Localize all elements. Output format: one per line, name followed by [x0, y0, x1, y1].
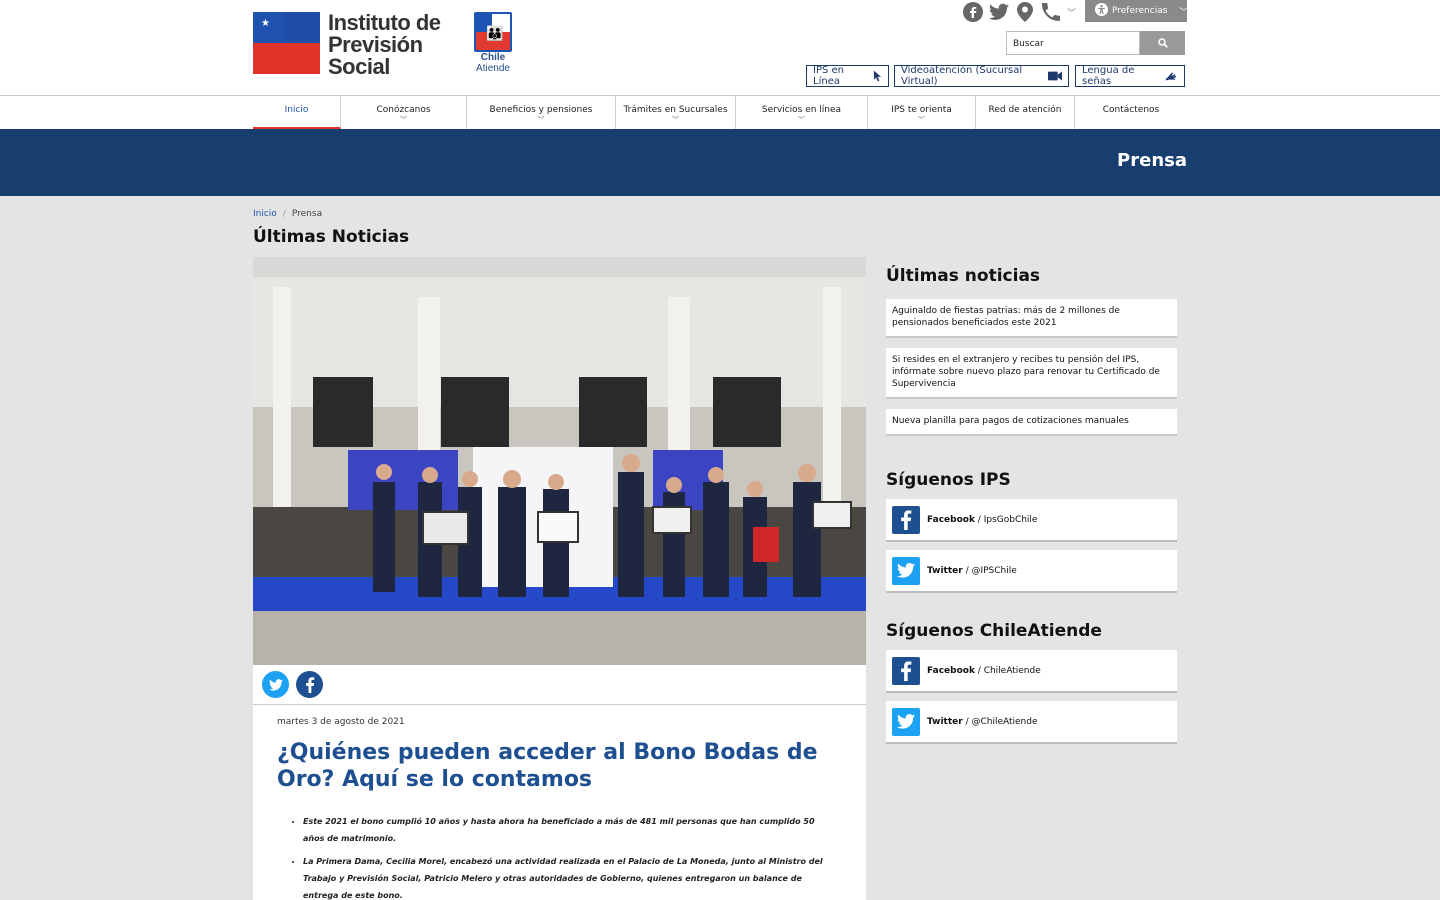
- preferences-label: Preferencias: [1112, 6, 1168, 16]
- location-pin-icon[interactable]: [1015, 2, 1035, 22]
- breadcrumb: Inicio / Prensa: [253, 209, 322, 219]
- quick-link-label: Videoatención (Sucursal Virtual): [901, 65, 1023, 87]
- chileatiende-logo[interactable]: 👪 Chile Atiende: [472, 12, 514, 74]
- list-item: Este 2021 el bono cumplió 10 años y hast…: [303, 813, 836, 847]
- news-link[interactable]: Nueva planilla para pagos de cotizacione…: [886, 409, 1177, 436]
- video-camera-icon: [1047, 71, 1062, 81]
- social-handle: / @IPSChile: [962, 565, 1017, 576]
- nav-item-label: IPS te orienta: [891, 105, 952, 115]
- ips-logo[interactable]: ★ Instituto de Previsión Social: [253, 12, 441, 78]
- social-network-name: Twitter: [927, 716, 963, 727]
- nav-item-label: Contáctenos: [1102, 105, 1160, 115]
- latest-news-heading: Últimas noticias: [886, 266, 1041, 286]
- article-summary-list: Este 2021 el bono cumplió 10 años y hast…: [303, 813, 836, 900]
- search-form: Buscar: [1006, 31, 1185, 55]
- social-network-name: Twitter: [927, 565, 963, 576]
- nav-item-label: Conózcanos: [376, 105, 431, 115]
- news-article: martes 3 de agosto de 2021 ¿Quiénes pued…: [253, 257, 866, 900]
- chevron-down-icon: ﹀: [400, 116, 407, 124]
- preferences-button[interactable]: Preferencias ﹀: [1085, 0, 1189, 22]
- share-bar: [253, 665, 866, 705]
- chileatiende-twitter-link[interactable]: Twitter / @ChileAtiende: [886, 701, 1177, 744]
- search-button[interactable]: [1140, 31, 1185, 55]
- government-logo: ★: [253, 12, 320, 74]
- section-banner: Prensa: [0, 129, 1440, 196]
- twitter-share-icon[interactable]: [262, 671, 289, 698]
- nav-item-ips-te-orienta[interactable]: IPS te orienta ﹀: [868, 96, 976, 129]
- ips-en-linea-button[interactable]: IPS en Línea: [806, 65, 889, 87]
- main-nav: Inicio Conózcanos ﹀ Beneficios y pension…: [253, 96, 1187, 129]
- nav-item-inicio[interactable]: Inicio: [253, 96, 341, 129]
- nav-item-conozcanos[interactable]: Conózcanos ﹀: [341, 96, 467, 129]
- nav-item-label: Trámites en Sucursales: [623, 105, 728, 115]
- search-icon: [1157, 38, 1168, 48]
- social-handle: / ChileAtiende: [974, 665, 1041, 676]
- chevron-down-icon[interactable]: ﹀: [1067, 6, 1076, 19]
- nav-item-label: Inicio: [284, 105, 309, 115]
- quick-link-label: IPS en Línea: [813, 65, 844, 87]
- nav-item-tramites[interactable]: Trámites en Sucursales ﹀: [616, 96, 736, 129]
- news-link[interactable]: Aguinaldo de fiestas patrias: más de 2 m…: [886, 299, 1177, 338]
- follow-ips-heading: Síguenos IPS: [886, 470, 1011, 490]
- list-item: La Primera Dama, Cecilia Morel, encabezó…: [303, 853, 836, 900]
- facebook-icon: [892, 505, 920, 534]
- ips-logo-text: Instituto de Previsión Social: [328, 10, 441, 79]
- social-handle: / @ChileAtiende: [962, 716, 1038, 727]
- nav-item-label: Red de atención: [988, 105, 1062, 115]
- cursor-icon: [873, 70, 882, 82]
- quick-link-label: Lengua de señas: [1082, 65, 1135, 87]
- site-header: ★ Instituto de Previsión Social 👪 Chile …: [0, 0, 1440, 96]
- facebook-icon[interactable]: [963, 2, 983, 22]
- chileatiende-facebook-link[interactable]: Facebook / ChileAtiende: [886, 650, 1177, 693]
- facebook-icon: [892, 656, 920, 685]
- breadcrumb-separator: /: [282, 209, 286, 219]
- accessibility-icon: [1095, 3, 1108, 19]
- follow-chileatiende-heading: Síguenos ChileAtiende: [886, 621, 1102, 641]
- chevron-down-icon: ﹀: [1179, 7, 1189, 18]
- nav-item-servicios[interactable]: Servicios en línea ﹀: [736, 96, 868, 129]
- social-network-name: Facebook: [927, 514, 975, 525]
- breadcrumb-current: Prensa: [291, 209, 323, 219]
- article-title[interactable]: ¿Quiénes pueden acceder al Bono Bodas de…: [277, 739, 842, 793]
- sign-language-icon: [1165, 72, 1176, 81]
- sidebar: Últimas noticias Aguinaldo de fiestas pa…: [886, 266, 1177, 752]
- social-handle: / IpsGobChile: [974, 514, 1038, 525]
- chevron-down-icon: ﹀: [798, 116, 805, 124]
- nav-item-label: Servicios en línea: [761, 105, 842, 115]
- twitter-icon: [892, 556, 920, 585]
- phone-icon[interactable]: [1041, 2, 1061, 22]
- banner-title: Prensa: [1117, 150, 1187, 171]
- social-network-name: Facebook: [927, 665, 975, 676]
- article-photo: [253, 257, 866, 665]
- header-social-icons: ﹀: [963, 2, 1076, 22]
- nav-item-red-de-atencion[interactable]: Red de atención: [976, 96, 1075, 129]
- chevron-down-icon: ﹀: [537, 116, 545, 124]
- nav-item-label: Beneficios y pensiones: [489, 105, 593, 115]
- chevron-down-icon: ﹀: [918, 116, 925, 124]
- chevron-down-icon: ﹀: [672, 116, 679, 124]
- search-input[interactable]: Buscar: [1006, 31, 1140, 55]
- ips-facebook-link[interactable]: Facebook / IpsGobChile: [886, 499, 1177, 542]
- breadcrumb-home-link[interactable]: Inicio: [253, 209, 277, 219]
- videoatencion-button[interactable]: Videoatención (Sucursal Virtual): [894, 65, 1069, 87]
- facebook-share-icon[interactable]: [296, 671, 323, 698]
- article-date: martes 3 de agosto de 2021: [277, 717, 405, 727]
- nav-item-contactenos[interactable]: Contáctenos: [1075, 96, 1187, 129]
- twitter-icon: [892, 707, 920, 736]
- lengua-de-senas-button[interactable]: Lengua de señas: [1075, 65, 1185, 87]
- ips-twitter-link[interactable]: Twitter / @IPSChile: [886, 550, 1177, 593]
- twitter-icon[interactable]: [989, 2, 1009, 22]
- news-link[interactable]: Si resides en el extranjero y recibes tu…: [886, 348, 1177, 399]
- nav-item-beneficios[interactable]: Beneficios y pensiones ﹀: [467, 96, 616, 129]
- page-title: Últimas Noticias: [253, 227, 410, 247]
